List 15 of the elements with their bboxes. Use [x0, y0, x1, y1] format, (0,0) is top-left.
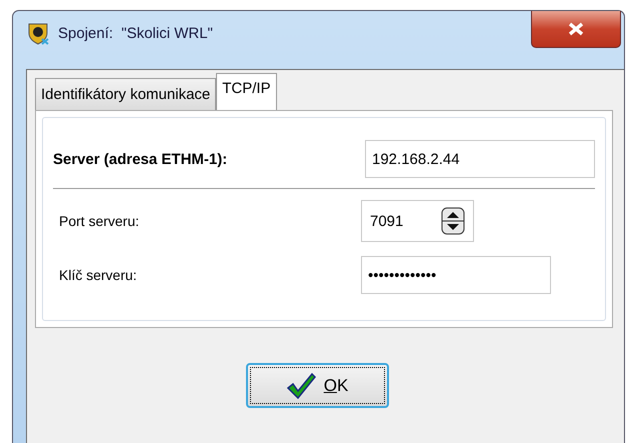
window-title: Spojení: "Skolici WRL"	[58, 24, 213, 42]
ok-button[interactable]: OK	[246, 363, 388, 408]
field-label: Klíč serveru:	[58, 267, 138, 283]
shield-icon	[26, 21, 50, 45]
tab[interactable]: TCP/IP	[216, 73, 277, 110]
field-label: Server (adresa ETHM-1):	[53, 150, 228, 168]
close-icon	[567, 22, 585, 36]
server-field[interactable]: 192.168.2.44	[365, 140, 595, 178]
checkmark-icon	[286, 372, 316, 400]
tab[interactable]: Identifikátory komunikace	[35, 78, 216, 110]
spinner-arrows-icon	[441, 207, 465, 235]
close-button[interactable]	[531, 11, 621, 48]
field-label: Port serveru:	[58, 213, 140, 229]
password-field[interactable]: •••••••••••••	[361, 256, 551, 294]
port-spinbox[interactable]: 7091	[361, 200, 474, 242]
